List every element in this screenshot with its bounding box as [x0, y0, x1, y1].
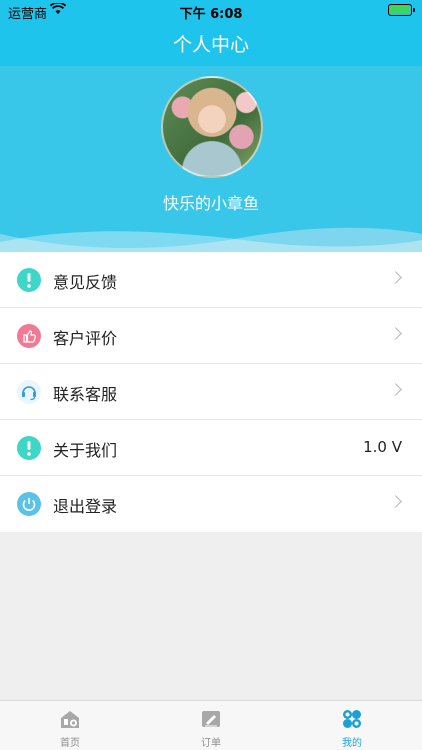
tab-label: 首页 — [60, 738, 80, 749]
thumbs-up-icon — [17, 324, 41, 348]
menu-item-reviews[interactable]: 客户评价 — [0, 308, 422, 364]
chevron-right-icon — [389, 495, 402, 508]
profile-header: 快乐的小章鱼 — [0, 66, 422, 252]
exclamation-icon — [17, 436, 41, 460]
tab-label: 我的 — [342, 738, 362, 749]
chevron-right-icon — [389, 271, 402, 284]
battery-icon — [388, 4, 415, 16]
menu-item-label: 关于我们 — [53, 441, 118, 460]
headset-icon — [17, 380, 41, 404]
power-icon — [17, 492, 41, 516]
menu-item-label: 客户评价 — [53, 329, 118, 348]
tab-label: 订单 — [201, 738, 221, 749]
tab-bar: 首页 订单 我的 — [0, 700, 422, 750]
username: 快乐的小章鱼 — [162, 194, 259, 213]
tab-home[interactable]: 首页 — [0, 701, 140, 750]
page-title: 个人中心 — [172, 34, 249, 56]
menu-item-logout[interactable]: 退出登录 — [0, 476, 422, 532]
order-icon — [202, 711, 220, 727]
chevron-right-icon — [389, 327, 402, 340]
tab-mine[interactable]: 我的 — [282, 701, 422, 750]
menu-item-label: 联系客服 — [53, 385, 118, 404]
version-value: 1.0 V — [363, 438, 402, 456]
avatar[interactable] — [161, 76, 263, 178]
exclamation-icon — [17, 268, 41, 292]
tab-orders[interactable]: 订单 — [141, 701, 281, 750]
menu-item-customer-service[interactable]: 联系客服 — [0, 364, 422, 420]
home-icon — [61, 711, 79, 728]
menu-list: 意见反馈 客户评价 联系客服 关于我们 1.0 V 退出登录 — [0, 252, 422, 532]
menu-item-feedback[interactable]: 意见反馈 — [0, 252, 422, 308]
menu-item-about[interactable]: 关于我们 1.0 V — [0, 420, 422, 476]
chevron-right-icon — [389, 383, 402, 396]
menu-item-label: 意见反馈 — [53, 273, 118, 292]
wave-decoration — [0, 227, 422, 252]
top-bar: 运营商 下午 6:08 个人中心 — [0, 0, 422, 66]
status-time: 下午 6:08 — [179, 7, 243, 22]
clover-icon — [343, 710, 361, 728]
status-bar: 运营商 下午 6:08 — [0, 0, 422, 22]
menu-item-label: 退出登录 — [53, 497, 118, 516]
